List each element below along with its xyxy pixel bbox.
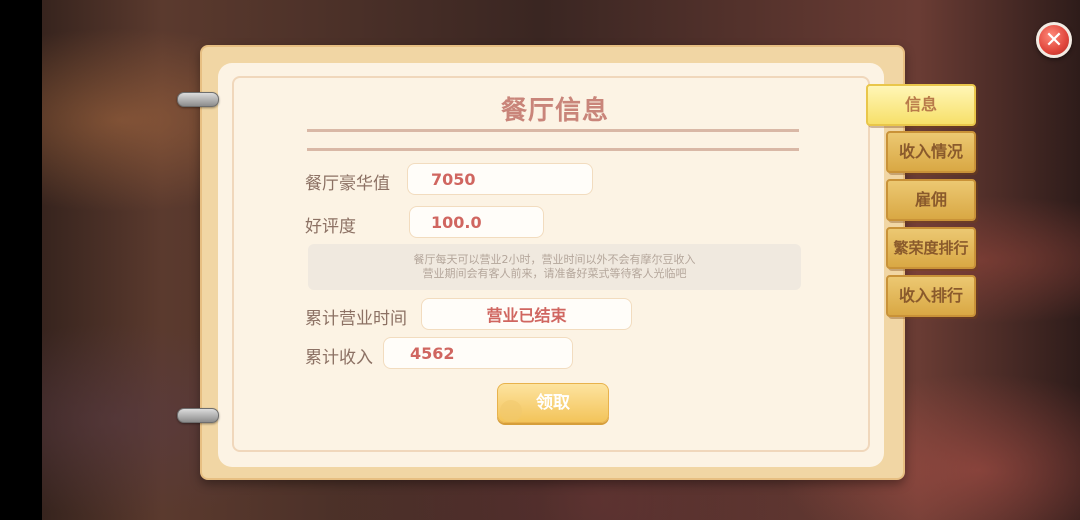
rating-value: 100.0 bbox=[409, 206, 544, 238]
tab-hire[interactable]: 雇佣 bbox=[886, 179, 976, 221]
left-black-bar bbox=[0, 0, 42, 520]
page-title: 餐厅信息 bbox=[500, 96, 609, 126]
coin-icon bbox=[500, 400, 522, 422]
tab-income-ranking[interactable]: 收入排行 bbox=[886, 275, 976, 317]
binder-ring-icon bbox=[177, 92, 219, 107]
tab-info[interactable]: 信息 bbox=[866, 84, 976, 126]
tab-income-status[interactable]: 收入情况 bbox=[886, 131, 976, 173]
title-divider bbox=[307, 148, 799, 151]
luxury-value: 7050 bbox=[407, 163, 593, 195]
luxury-label: 餐厅豪华值 bbox=[305, 174, 390, 194]
business-time-value: 营业已结束 bbox=[421, 298, 632, 330]
title-divider bbox=[307, 129, 799, 132]
business-time-label: 累计营业时间 bbox=[305, 309, 407, 329]
income-value: 4562 bbox=[383, 337, 573, 369]
binder-ring-icon bbox=[177, 408, 219, 423]
tab-prosperity-ranking[interactable]: 繁荣度排行 bbox=[886, 227, 976, 269]
note-line-1: 餐厅每天可以营业2小时，营业时间以外不会有摩尔豆收入 bbox=[413, 253, 696, 266]
note-line-2: 营业期间会有客人前来，请准备好菜式等待客人光临吧 bbox=[422, 267, 687, 280]
income-label: 累计收入 bbox=[305, 348, 373, 368]
rating-label: 好评度 bbox=[305, 217, 356, 237]
close-button[interactable]: ✕ bbox=[1036, 22, 1072, 58]
close-icon: ✕ bbox=[1044, 27, 1064, 53]
business-hours-note: 餐厅每天可以营业2小时，营业时间以外不会有摩尔豆收入 营业期间会有客人前来，请准… bbox=[308, 244, 801, 290]
